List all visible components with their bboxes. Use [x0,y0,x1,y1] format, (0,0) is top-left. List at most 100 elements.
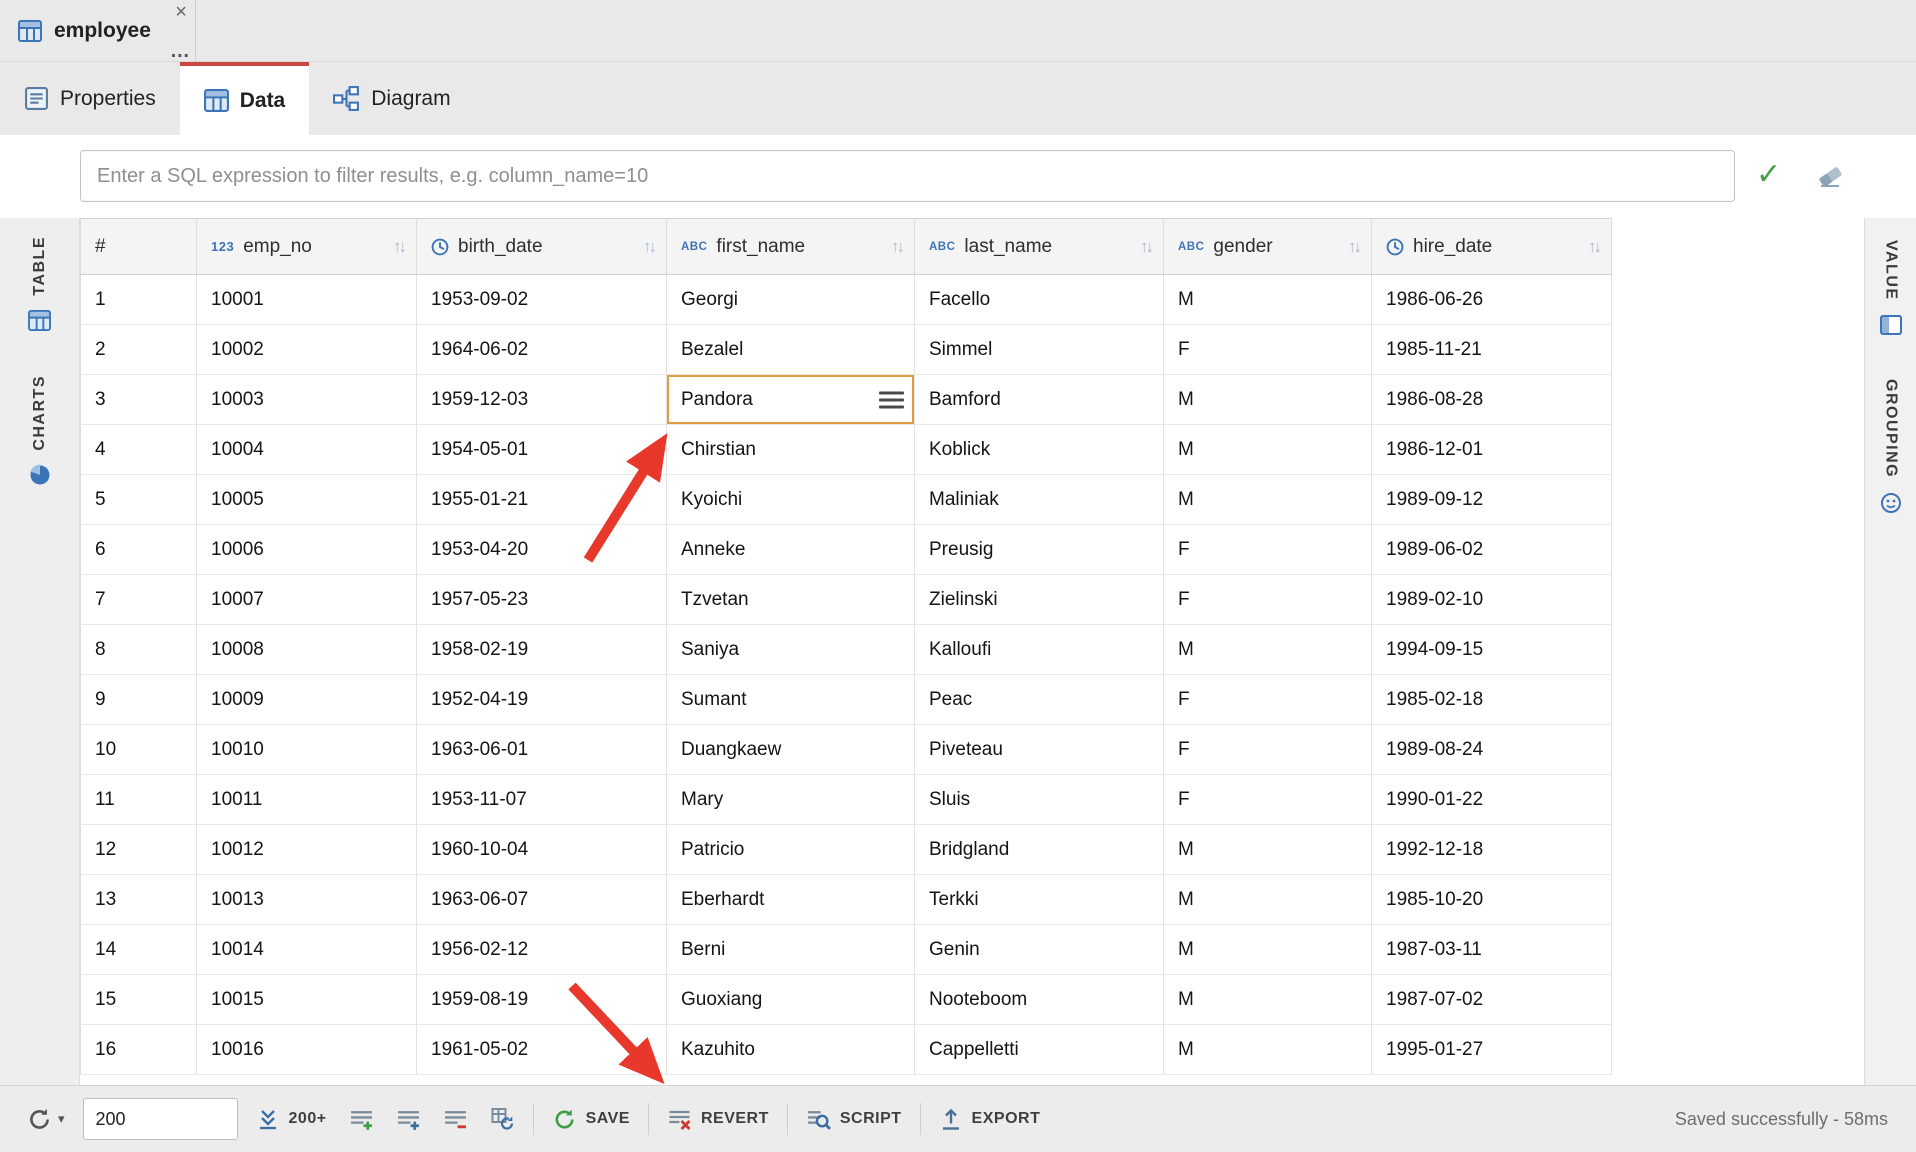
data-cell[interactable]: M [1164,825,1372,875]
data-cell[interactable]: Zielinski [915,575,1164,625]
row-number-cell[interactable]: 14 [81,925,197,975]
data-cell[interactable]: F [1164,575,1372,625]
data-cell[interactable]: 1955-01-21 [417,475,667,525]
cell-menu-icon[interactable] [879,387,904,412]
data-cell[interactable]: 1995-01-27 [1372,1025,1612,1075]
data-cell[interactable]: Preusig [915,525,1164,575]
data-cell[interactable]: 10005 [197,475,417,525]
data-cell[interactable]: 1957-05-23 [417,575,667,625]
data-cell[interactable]: 10004 [197,425,417,475]
data-cell[interactable]: Genin [915,925,1164,975]
revert-button[interactable]: REVERT [663,1101,773,1137]
data-cell[interactable]: F [1164,525,1372,575]
data-cell[interactable]: 1958-02-19 [417,625,667,675]
data-cell[interactable]: M [1164,975,1372,1025]
row-number-cell[interactable]: 15 [81,975,197,1025]
data-cell[interactable]: Berni [667,925,915,975]
data-cell[interactable]: F [1164,775,1372,825]
data-cell[interactable]: 10008 [197,625,417,675]
data-cell[interactable]: 1956-02-12 [417,925,667,975]
data-cell[interactable]: Koblick [915,425,1164,475]
data-cell[interactable]: 1987-03-11 [1372,925,1612,975]
data-cell[interactable]: Duangkaew [667,725,915,775]
data-cell[interactable]: 1953-11-07 [417,775,667,825]
data-cell[interactable]: Tzvetan [667,575,915,625]
delete-row-icon[interactable] [439,1102,472,1137]
data-cell[interactable]: 1959-08-19 [417,975,667,1025]
data-cell[interactable]: 1989-09-12 [1372,475,1612,525]
data-cell[interactable]: 10002 [197,325,417,375]
data-cell[interactable]: M [1164,1025,1372,1075]
row-number-cell[interactable]: 10 [81,725,197,775]
data-cell[interactable]: Georgi [667,275,915,325]
column-header-birth_date[interactable]: birth_date↑↓ [417,219,667,275]
column-header-gender[interactable]: ABCgender↑↓ [1164,219,1372,275]
row-number-cell[interactable]: 7 [81,575,197,625]
data-cell[interactable]: 10003 [197,375,417,425]
script-button[interactable]: SCRIPT [802,1101,906,1138]
rail-tab-grouping[interactable]: GROUPING [1882,379,1900,478]
data-cell[interactable]: 10015 [197,975,417,1025]
pie-chart-icon[interactable] [29,464,51,486]
data-cell[interactable]: 10001 [197,275,417,325]
row-number-cell[interactable]: 11 [81,775,197,825]
data-cell[interactable]: M [1164,275,1372,325]
data-cell[interactable]: Piveteau [915,725,1164,775]
data-cell[interactable]: 1990-01-22 [1372,775,1612,825]
data-cell[interactable]: 10010 [197,725,417,775]
editor-tab-employee[interactable]: employee × … [0,0,196,61]
data-cell[interactable]: Anneke [667,525,915,575]
data-cell[interactable]: 1987-07-02 [1372,975,1612,1025]
column-header-hire_date[interactable]: hire_date↑↓ [1372,219,1612,275]
data-cell[interactable]: Eberhardt [667,875,915,925]
data-cell[interactable]: Nooteboom [915,975,1164,1025]
apply-filter-icon[interactable]: ✓ [1756,157,1781,193]
data-cell[interactable]: 1989-02-10 [1372,575,1612,625]
data-cell[interactable]: 1953-09-02 [417,275,667,325]
data-cell[interactable]: 1964-06-02 [417,325,667,375]
column-header-rownum[interactable]: # [81,219,197,275]
data-cell[interactable]: 1960-10-04 [417,825,667,875]
row-number-cell[interactable]: 16 [81,1025,197,1075]
data-cell[interactable]: 1963-06-07 [417,875,667,925]
sql-filter-input[interactable] [80,150,1735,202]
data-cell[interactable]: 1985-02-18 [1372,675,1612,725]
data-cell[interactable]: 1986-06-26 [1372,275,1612,325]
data-cell[interactable]: 1985-10-20 [1372,875,1612,925]
data-cell[interactable]: Kalloufi [915,625,1164,675]
data-cell[interactable]: Terkki [915,875,1164,925]
row-number-cell[interactable]: 2 [81,325,197,375]
column-header-emp_no[interactable]: 123emp_no↑↓ [197,219,417,275]
data-cell[interactable]: M [1164,625,1372,675]
fetch-next-button[interactable]: 200+ [252,1101,331,1137]
row-number-cell[interactable]: 6 [81,525,197,575]
selected-cell[interactable]: Pandora [667,375,915,425]
row-number-cell[interactable]: 12 [81,825,197,875]
data-cell[interactable]: M [1164,475,1372,525]
duplicate-row-icon[interactable] [392,1102,425,1137]
rail-tab-value[interactable]: VALUE [1882,240,1900,301]
row-number-cell[interactable]: 3 [81,375,197,425]
data-cell[interactable]: 1952-04-19 [417,675,667,725]
data-cell[interactable]: 1959-12-03 [417,375,667,425]
tab-data[interactable]: Data [180,62,310,135]
data-cell[interactable]: M [1164,875,1372,925]
tab-diagram[interactable]: Diagram [309,62,474,135]
add-row-icon[interactable] [345,1102,378,1137]
data-cell[interactable]: Guoxiang [667,975,915,1025]
data-cell[interactable]: Maliniak [915,475,1164,525]
data-cell[interactable]: 1953-04-20 [417,525,667,575]
clear-filter-icon[interactable] [1815,163,1845,189]
data-cell[interactable]: 1994-09-15 [1372,625,1612,675]
data-cell[interactable]: Cappelletti [915,1025,1164,1075]
data-cell[interactable]: 10011 [197,775,417,825]
row-limit-input[interactable] [83,1098,238,1140]
data-cell[interactable]: Kyoichi [667,475,915,525]
data-cell[interactable]: Facello [915,275,1164,325]
data-cell[interactable]: M [1164,425,1372,475]
row-number-cell[interactable]: 4 [81,425,197,475]
data-cell[interactable]: F [1164,325,1372,375]
data-cell[interactable]: Simmel [915,325,1164,375]
data-cell[interactable]: 1986-08-28 [1372,375,1612,425]
row-number-cell[interactable]: 8 [81,625,197,675]
